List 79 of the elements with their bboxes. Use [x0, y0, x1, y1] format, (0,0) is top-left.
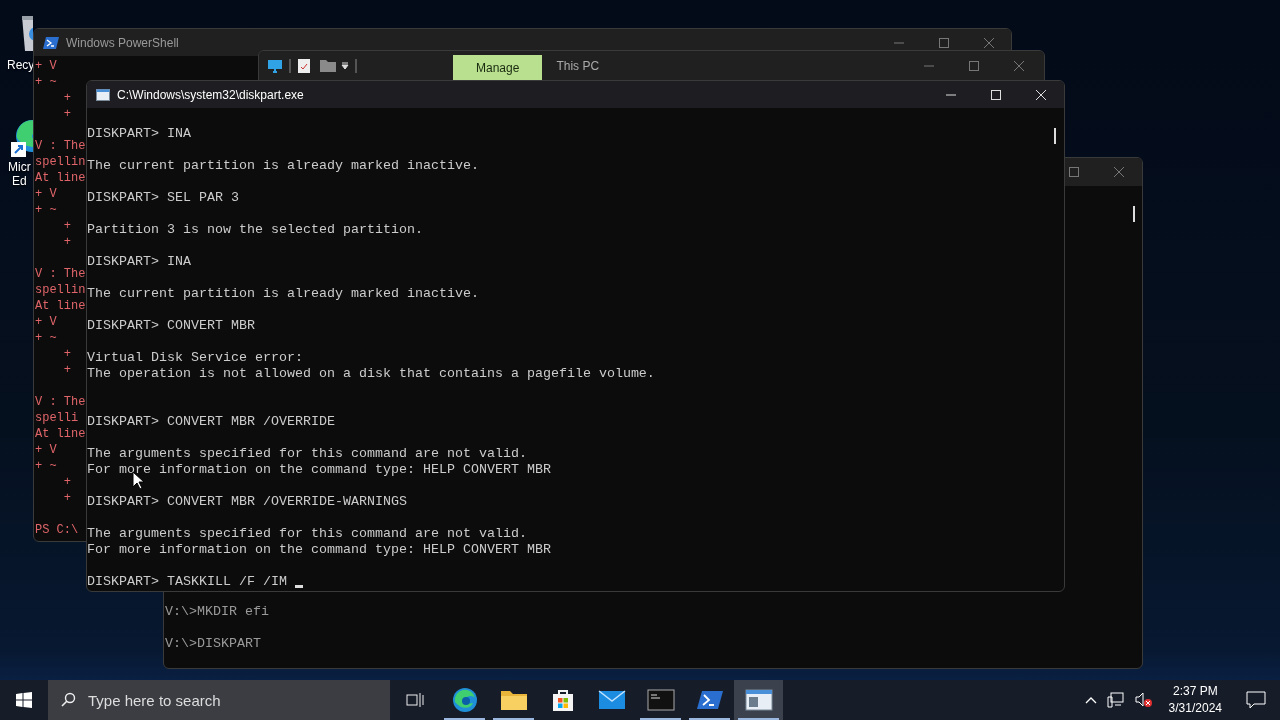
- app-window-icon: [744, 688, 773, 712]
- console-line: At line: [35, 298, 86, 314]
- console-line: + ~: [35, 330, 57, 346]
- console-line: DISKPART> SEL PAR 3: [87, 190, 239, 206]
- console-line: + V: [35, 314, 57, 330]
- folder-icon: [499, 688, 528, 712]
- folder-icon[interactable]: [319, 59, 337, 73]
- mouse-pointer-icon: [132, 471, 144, 490]
- console-line: DISKPART> INA: [87, 254, 191, 270]
- task-view-icon[interactable]: [406, 692, 424, 708]
- app-window-icon: [96, 88, 110, 101]
- scrollbar-thumb[interactable]: [1054, 128, 1056, 144]
- console-line: DISKPART> INA: [87, 126, 191, 142]
- console-line: +: [62, 474, 71, 490]
- console-line: +: [62, 346, 71, 362]
- console-line: + V: [35, 58, 57, 74]
- console-line: + ~: [35, 74, 57, 90]
- console-line: + V: [35, 186, 57, 202]
- console-line: V:\>MKDIR efi: [165, 604, 269, 620]
- console-line: DISKPART> CONVERT MBR: [87, 318, 255, 334]
- console-line: For more information on the command type: HELP CONVERT MBR: [87, 542, 551, 558]
- computer-icon[interactable]: [267, 58, 283, 74]
- search-icon: [60, 692, 76, 708]
- console-line: The arguments specified for this command are not valid.: [87, 526, 527, 542]
- console-line: + ~: [35, 458, 57, 474]
- console-line: +: [62, 106, 71, 122]
- console-line: + V: [35, 442, 57, 458]
- console-line: The operation is not allowed on a disk that contains a pagefile volume.: [87, 366, 655, 382]
- notification-icon[interactable]: [1246, 691, 1266, 709]
- console-line: +: [62, 362, 71, 378]
- console-line: DISKPART> CONVERT MBR /OVERRIDE-WARNINGS: [87, 494, 407, 510]
- terminal-icon: [646, 689, 675, 711]
- console-line: The current partition is already marked inactive.: [87, 158, 479, 174]
- search-placeholder: Type here to search: [88, 691, 221, 709]
- console-line: V : The: [35, 394, 86, 410]
- console-line: spellin: [35, 282, 86, 298]
- envelope-icon: [597, 689, 626, 711]
- console-line: spellin: [35, 154, 86, 170]
- console-line: At line: [35, 426, 86, 442]
- console-line: For more information on the command type: HELP CONVERT MBR: [87, 462, 551, 478]
- powershell-icon: [695, 689, 724, 711]
- console-line: V:\>DISKPART: [165, 636, 261, 652]
- console-line: The arguments specified for this command are not valid.: [87, 446, 527, 462]
- window-title: Windows PowerShell: [66, 35, 179, 50]
- taskbar-app[interactable]: [734, 680, 783, 720]
- console-line: At line: [35, 170, 86, 186]
- console-line: spelli: [35, 410, 79, 426]
- network-icon[interactable]: [1106, 692, 1125, 708]
- text-cursor: [294, 585, 303, 588]
- windows-logo-icon[interactable]: [16, 692, 32, 708]
- icon-label: Recy: [7, 58, 35, 72]
- console-line: +: [62, 218, 71, 234]
- console-line: +: [62, 490, 71, 506]
- console-line: DISKPART> CONVERT MBR /OVERRIDE: [87, 414, 335, 430]
- chevron-up-icon[interactable]: [1084, 696, 1097, 704]
- console-line: V : The: [35, 138, 86, 154]
- browser-icon: [451, 687, 478, 713]
- icon-label: Micr: [8, 160, 31, 174]
- console-line: +: [62, 90, 71, 106]
- console-line: PS C:\: [35, 522, 79, 538]
- dropdown-icon[interactable]: [341, 62, 349, 70]
- powershell-icon: [43, 35, 59, 50]
- console-line: V : The: [35, 266, 86, 282]
- checklist-icon[interactable]: [297, 58, 311, 74]
- console-line: DISKPART> TASKKILL /F /IM: [87, 574, 287, 590]
- console-line: + ~: [35, 202, 57, 218]
- console-line: Virtual Disk Service error:: [87, 350, 303, 366]
- window-title: This PC: [556, 59, 600, 73]
- icon-label: Ed: [12, 174, 27, 188]
- search-field[interactable]: Type here to search: [48, 680, 390, 720]
- console-line: +: [62, 234, 71, 250]
- ribbon-tab[interactable]: Manage: [453, 55, 543, 81]
- scrollbar-thumb[interactable]: [1133, 206, 1135, 222]
- console-line: Partition 3 is now the selected partition.: [87, 222, 423, 238]
- console-line: The current partition is already marked inactive.: [87, 286, 479, 302]
- window-title: C:\Windows\system32\diskpart.exe: [117, 87, 304, 102]
- clock-time[interactable]: 2:37 PM: [1172, 683, 1218, 700]
- muted-speaker-icon[interactable]: [1134, 692, 1153, 708]
- clock-date[interactable]: 3/31/2024: [1168, 700, 1222, 717]
